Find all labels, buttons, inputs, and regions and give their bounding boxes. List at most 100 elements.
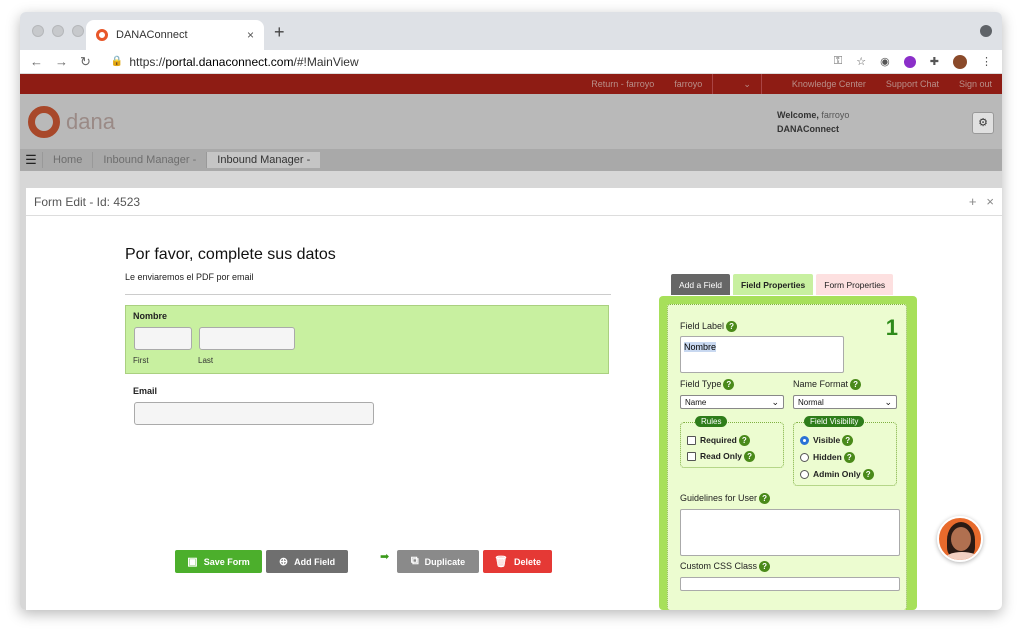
user-menu[interactable]: farroyo	[664, 79, 712, 89]
field-label-text: Field Label	[680, 321, 725, 331]
name-format-text: Name Format	[793, 379, 849, 389]
field-properties-inner: 1 Field Label? Nombre Field Type? Name F…	[667, 304, 907, 610]
help-icon[interactable]: ?	[843, 452, 855, 464]
save-form-button[interactable]: ▣ Save Form	[175, 550, 262, 573]
field-type-select[interactable]: Name ⌄	[680, 395, 784, 409]
help-icon[interactable]: ?	[862, 469, 874, 481]
visible-option[interactable]: Visible?	[800, 435, 854, 447]
help-icon[interactable]: ?	[726, 321, 738, 333]
guidelines-title: Guidelines for User?	[680, 493, 771, 505]
required-option[interactable]: Required?	[687, 435, 750, 447]
form-edit-modal: Form Edit - Id: 4523 + × Por favor, comp…	[26, 188, 1002, 610]
breadcrumb-inbound-1[interactable]: Inbound Manager -	[92, 152, 206, 168]
close-window-button[interactable]	[32, 25, 44, 37]
welcome-block: Welcome, farroyo DANAConnect	[777, 108, 849, 136]
key-icon[interactable]: ⚿	[834, 55, 842, 68]
help-icon[interactable]: ?	[744, 451, 756, 463]
name-format-value: Normal	[798, 397, 824, 407]
plus-circle-icon: ⊕	[278, 556, 289, 568]
hamburger-icon[interactable]: ☰	[20, 152, 42, 168]
menu-dots-icon[interactable]: ⋮	[981, 55, 992, 68]
browser-window: DANAConnect × + ← → ↻ 🔒 https://portal.d…	[20, 12, 1002, 610]
zoom-window-button[interactable]	[72, 25, 84, 37]
chevron-down-icon[interactable]: ⌄	[733, 79, 761, 90]
email-field-label: Email	[133, 386, 158, 396]
url-field[interactable]: https://portal.danaconnect.com/#!MainVie…	[129, 55, 358, 69]
star-icon[interactable]: ☆	[856, 55, 866, 68]
selected-name-field[interactable]: Nombre First Last	[125, 305, 609, 374]
top-navigation: Return - farroyo farroyo ⌄ Knowledge Cen…	[20, 74, 1002, 94]
tab-close-icon[interactable]: ×	[247, 28, 254, 42]
modal-header: Form Edit - Id: 4523 + ×	[26, 188, 1002, 216]
support-chat-link[interactable]: Support Chat	[876, 79, 949, 89]
tab-field-properties[interactable]: Field Properties	[733, 274, 814, 295]
new-tab-button[interactable]: +	[274, 22, 285, 43]
breadcrumb-inbound-2[interactable]: Inbound Manager -	[206, 152, 321, 168]
admin-only-label: Admin Only	[813, 469, 861, 479]
modal-title: Form Edit - Id: 4523	[34, 194, 141, 209]
field-properties-panel: 1 Field Label? Nombre Field Type? Name F…	[659, 296, 917, 610]
return-link[interactable]: Return - farroyo	[581, 79, 664, 89]
name-format-title: Name Format?	[793, 379, 862, 391]
panel-tabs: Add a Field Field Properties Form Proper…	[671, 274, 894, 295]
admin-only-option[interactable]: Admin Only?	[800, 469, 874, 481]
help-icon[interactable]: ?	[759, 493, 771, 505]
css-class-title: Custom CSS Class?	[680, 561, 771, 573]
close-icon[interactable]: ×	[986, 194, 994, 209]
readonly-checkbox[interactable]	[687, 452, 696, 462]
support-chat-avatar[interactable]	[937, 516, 983, 562]
guidelines-textarea[interactable]	[680, 509, 900, 556]
minimize-window-button[interactable]	[52, 25, 64, 37]
delete-button[interactable]: 🗑 Delete	[483, 550, 552, 573]
last-name-input[interactable]	[199, 327, 295, 350]
visibility-legend: Field Visibility	[804, 416, 865, 427]
help-icon[interactable]: ?	[738, 435, 750, 447]
field-type-title: Field Type?	[680, 379, 735, 391]
copy-icon: ⧉	[410, 555, 419, 567]
knowledge-center-link[interactable]: Knowledge Center	[782, 79, 876, 89]
camera-icon[interactable]: ◉	[880, 55, 890, 68]
form-subheading: Le enviaremos el PDF por email	[125, 272, 254, 282]
sign-out-link[interactable]: Sign out	[949, 79, 1002, 89]
app-background: Return - farroyo farroyo ⌄ Knowledge Cen…	[20, 74, 1002, 610]
settings-gear-icon[interactable]: ⚙	[972, 112, 994, 134]
first-name-input[interactable]	[134, 327, 192, 350]
rules-group: Rules Required? Read Only?	[680, 416, 784, 468]
tab-form-properties[interactable]: Form Properties	[816, 274, 894, 295]
name-format-select[interactable]: Normal ⌄	[793, 395, 897, 409]
profile-dot-icon[interactable]	[980, 25, 992, 37]
field-type-text: Field Type	[680, 379, 722, 389]
hidden-radio[interactable]	[800, 453, 809, 463]
css-class-input[interactable]	[680, 577, 900, 591]
hidden-option[interactable]: Hidden?	[800, 452, 855, 464]
readonly-option[interactable]: Read Only?	[687, 451, 756, 463]
nav-divider	[760, 74, 782, 94]
lock-icon[interactable]: 🔒	[111, 56, 123, 67]
profile-avatar-icon[interactable]	[953, 54, 967, 69]
help-icon[interactable]: ?	[850, 379, 862, 391]
move-arrow-icon: ➡	[380, 551, 390, 563]
help-icon[interactable]: ?	[842, 435, 854, 447]
maximize-icon[interactable]: +	[969, 194, 977, 209]
breadcrumb-home[interactable]: Home	[42, 152, 92, 168]
puzzle-icon[interactable]: ✚	[930, 55, 939, 68]
help-icon[interactable]: ?	[759, 561, 771, 573]
required-checkbox[interactable]	[687, 436, 696, 446]
last-sublabel: Last	[198, 356, 214, 365]
field-label-textarea[interactable]: Nombre	[680, 336, 844, 373]
browser-tab[interactable]: DANAConnect ×	[86, 20, 264, 50]
form-heading: Por favor, complete sus datos	[125, 246, 336, 263]
help-icon[interactable]: ?	[723, 379, 735, 391]
duplicate-button[interactable]: ⧉ Duplicate	[397, 550, 479, 573]
welcome-user: farroyo	[821, 110, 850, 120]
admin-only-radio[interactable]	[800, 470, 809, 480]
back-icon[interactable]: ←	[30, 54, 43, 69]
email-input[interactable]	[134, 402, 374, 425]
add-field-button[interactable]: ⊕ Add Field	[266, 550, 348, 573]
reload-icon[interactable]: ↻	[80, 54, 91, 70]
tab-add-field[interactable]: Add a Field	[671, 274, 730, 295]
forward-icon[interactable]: →	[55, 54, 68, 69]
dana-logo[interactable]: dana	[28, 106, 115, 138]
extension-icon[interactable]	[903, 55, 916, 68]
visible-radio[interactable]	[800, 436, 809, 446]
